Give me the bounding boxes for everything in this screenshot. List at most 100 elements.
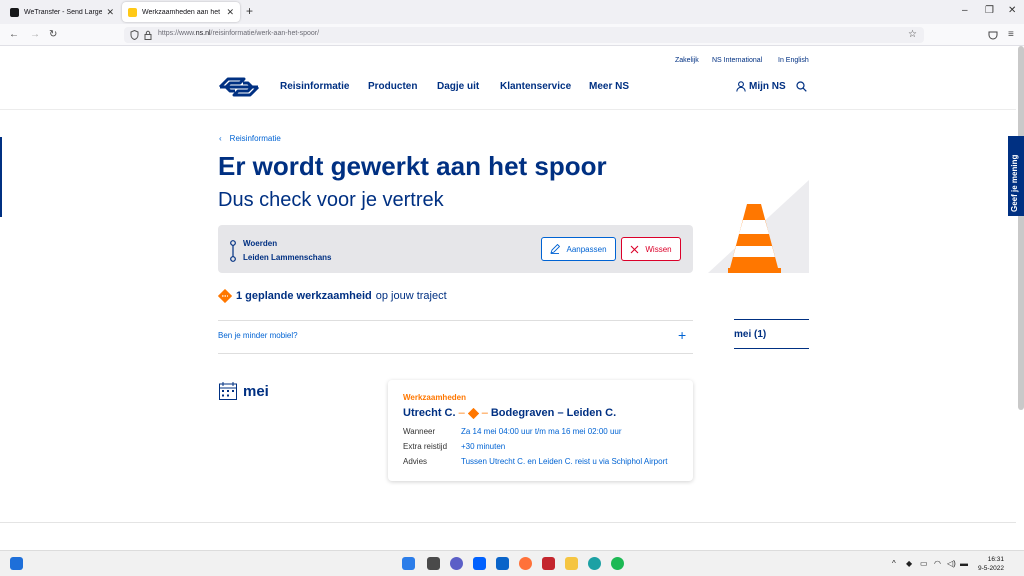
app-icon[interactable] xyxy=(542,557,555,570)
url-path: /reisinformatie/werk-aan-het-spoor/ xyxy=(210,30,320,37)
feedback-tab[interactable]: Geef je mening xyxy=(1008,136,1024,216)
close-icon xyxy=(630,245,639,253)
roadwork-warning-icon xyxy=(467,407,479,419)
ns-logo[interactable] xyxy=(218,77,260,97)
url-prefix: https://www. xyxy=(158,30,196,37)
trajectory-to: Bodegraven – Leiden C. xyxy=(490,407,617,419)
tray-chevron-up-icon[interactable]: ^ xyxy=(892,559,896,568)
side-month-link[interactable]: mei (1) xyxy=(734,329,766,340)
expand-plus-icon[interactable]: + xyxy=(678,328,686,342)
url-domain: ns.nl xyxy=(195,30,211,37)
calendar-icon xyxy=(219,382,237,400)
back-icon[interactable]: ← xyxy=(9,29,19,41)
nav-dagje-uit[interactable]: Dagje uit xyxy=(437,81,479,92)
nav-klantenservice[interactable]: Klantenservice xyxy=(500,81,571,92)
breadcrumb-label: Reisinformatie xyxy=(229,134,281,143)
system-clock[interactable]: 16:31 9-5-2022 xyxy=(974,555,1004,573)
lock-icon[interactable] xyxy=(144,30,152,40)
tab-ns-werkzaamheden[interactable]: Werkzaamheden aan het spoor ✕ xyxy=(122,2,240,22)
clear-route-button[interactable]: Wissen xyxy=(621,237,681,261)
toplink-in-english[interactable]: In English xyxy=(778,57,809,64)
chevron-left-icon: ‹ xyxy=(219,134,222,143)
clock-time: 16:31 xyxy=(987,556,1004,563)
file-explorer-icon[interactable] xyxy=(565,557,578,570)
left-accent-bar xyxy=(0,137,2,217)
divider xyxy=(734,348,809,349)
toplink-ns-international[interactable]: NS International xyxy=(712,57,762,64)
mobility-accordion[interactable]: Ben je minder mobiel? xyxy=(218,331,298,340)
roadwork-warning-icon xyxy=(218,289,232,303)
feedback-label: Geef je mening xyxy=(1010,154,1019,212)
page-subtitle: Dus check voor je vertrek xyxy=(218,189,444,211)
reload-icon[interactable]: ↻ xyxy=(49,29,57,41)
forward-icon[interactable]: → xyxy=(30,29,40,41)
tray-dropbox-icon[interactable]: ◆ xyxy=(906,559,912,568)
wifi-icon[interactable]: ◠ xyxy=(934,559,941,568)
maximize-icon[interactable]: ❐ xyxy=(985,5,994,16)
row-label: Extra reistijd xyxy=(403,442,448,451)
planned-works-summary: 1 geplande werkzaamheid op jouw traject xyxy=(218,289,447,303)
url-text[interactable]: https://www.ns.nl/reisinformatie/werk-aa… xyxy=(158,30,319,37)
shield-icon[interactable] xyxy=(130,30,139,40)
edit-route-button[interactable]: Aanpassen xyxy=(541,237,616,261)
wetransfer-favicon-icon xyxy=(10,7,19,17)
ns-favicon-icon xyxy=(128,7,137,17)
clear-route-label: Wissen xyxy=(645,244,672,254)
taskbar: ^ ◆ ▭ ◠ ◁) ▬ 16:31 9-5-2022 xyxy=(0,550,1024,576)
browser-nav-bar: ← → ↻ https://www.ns.nl/reisinformatie/w… xyxy=(0,24,1024,46)
outlook-icon[interactable] xyxy=(496,557,509,570)
search-icon[interactable] xyxy=(796,81,807,92)
mijn-ns-link[interactable]: Mijn NS xyxy=(736,81,786,92)
page-scrollbar[interactable] xyxy=(1018,46,1024,410)
window-close-icon[interactable]: ✕ xyxy=(1008,5,1016,16)
firefox-icon[interactable] xyxy=(519,557,532,570)
route-panel: Woerden Leiden Lammenschans Aanpassen Wi… xyxy=(218,225,693,273)
close-tab-icon[interactable]: ✕ xyxy=(226,7,234,18)
task-view-icon[interactable] xyxy=(427,557,440,570)
new-tab-icon[interactable]: + xyxy=(246,5,253,17)
tab-title: WeTransfer - Send Large Files & xyxy=(24,8,103,16)
trajectory-from: Utrecht C. xyxy=(403,407,456,419)
minimize-icon[interactable]: – xyxy=(962,5,968,16)
toplink-zakelijk[interactable]: Zakelijk xyxy=(675,57,699,64)
dropbox-icon[interactable] xyxy=(473,557,486,570)
month-heading: mei xyxy=(218,381,269,401)
dash: – xyxy=(458,407,465,419)
battery-icon[interactable]: ▬ xyxy=(960,559,968,568)
start-icon[interactable] xyxy=(402,557,415,570)
address-bar[interactable]: https://www.ns.nl/reisinformatie/werk-aa… xyxy=(124,27,924,43)
widgets-icon[interactable] xyxy=(10,557,23,570)
nav-producten[interactable]: Producten xyxy=(368,81,417,92)
breadcrumb[interactable]: ‹ Reisinformatie xyxy=(219,134,281,143)
volume-icon[interactable]: ◁) xyxy=(947,559,956,568)
close-tab-icon[interactable]: ✕ xyxy=(106,7,114,18)
disruption-trajectory: Utrecht C. – – Bodegraven – Leiden C. xyxy=(403,407,616,419)
traffic-cone-illustration xyxy=(708,180,809,273)
menu-icon[interactable]: ≡ xyxy=(1008,29,1014,41)
tab-title: Werkzaamheden aan het spoor xyxy=(142,8,222,16)
edit-route-label: Aanpassen xyxy=(566,244,607,254)
card-row: Wanneer Za 14 mei 04:00 uur t/m ma 16 me… xyxy=(403,427,622,436)
planned-suffix: op jouw traject xyxy=(375,290,447,302)
route-from: Woerden xyxy=(243,239,278,248)
month-label: mei xyxy=(243,382,269,400)
card-row: Extra reistijd +30 minuten xyxy=(403,442,505,451)
row-value: +30 minuten xyxy=(461,442,506,451)
clock-date: 9-5-2022 xyxy=(977,565,1004,572)
footer-divider xyxy=(0,522,1016,523)
route-line-icon xyxy=(230,240,236,262)
row-value: Tussen Utrecht C. en Leiden C. reist u v… xyxy=(461,457,668,466)
disruption-card[interactable]: Werkzaamheden Utrecht C. – – Bodegraven … xyxy=(388,380,693,481)
chat-icon[interactable] xyxy=(450,557,463,570)
tab-wetransfer[interactable]: WeTransfer - Send Large Files & ✕ xyxy=(4,2,120,22)
divider xyxy=(734,319,809,320)
nav-meer-ns[interactable]: Meer NS xyxy=(589,81,629,92)
pocket-icon[interactable] xyxy=(988,30,998,40)
edge-icon[interactable] xyxy=(588,557,601,570)
spotify-icon[interactable] xyxy=(611,557,624,570)
bookmark-star-icon[interactable]: ☆ xyxy=(908,29,917,40)
tray-device-icon[interactable]: ▭ xyxy=(920,559,928,568)
pencil-icon xyxy=(550,244,561,254)
nav-reisinformatie[interactable]: Reisinformatie xyxy=(280,81,349,92)
mijn-ns-label: Mijn NS xyxy=(749,81,786,92)
